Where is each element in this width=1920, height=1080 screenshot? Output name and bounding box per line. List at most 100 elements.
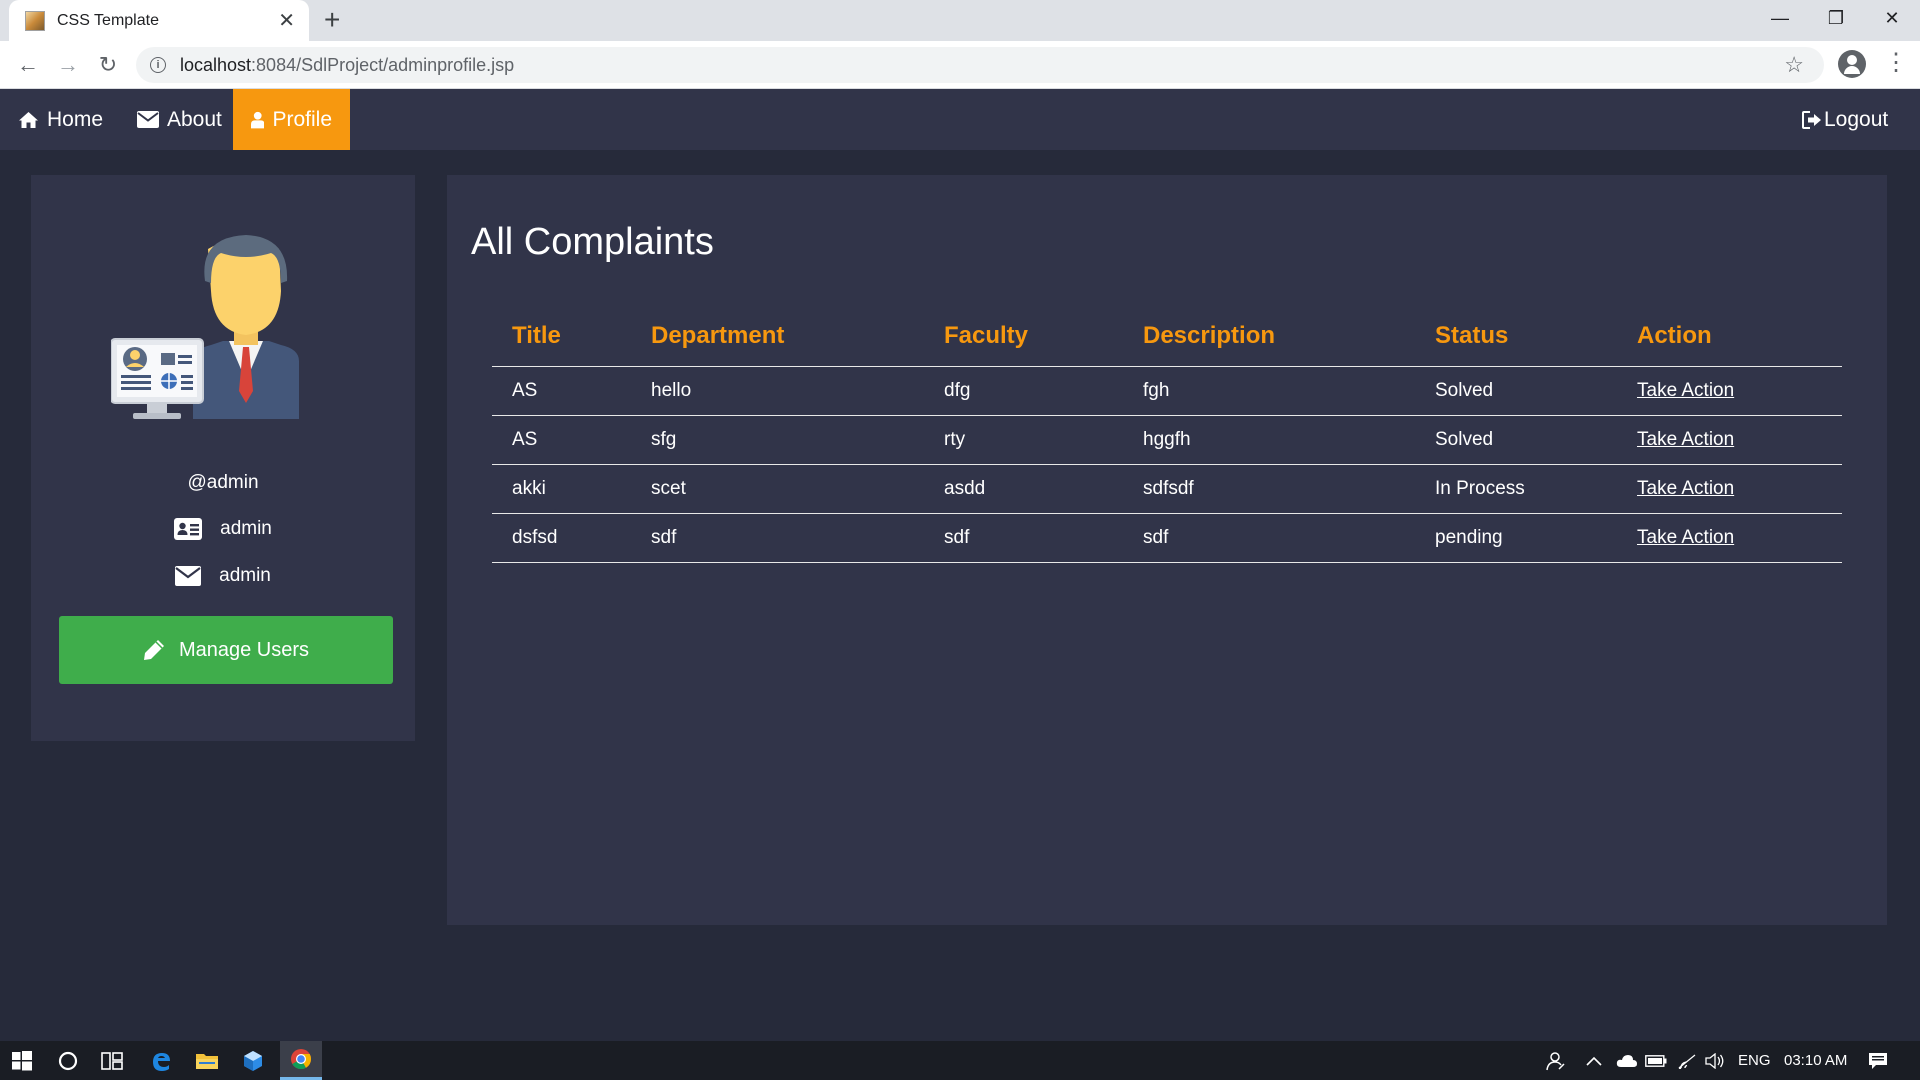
manage-users-button[interactable]: Manage Users [59,616,393,684]
sign-out-icon [1802,110,1821,129]
take-action-link[interactable]: Take Action [1637,527,1734,548]
browser-tab[interactable]: CSS Template ✕ [9,0,309,41]
browser-tab-strip: CSS Template ✕ + — ❐ ✕ [0,0,1920,41]
cell-action: Take Action [1617,415,1842,465]
bookmark-star-icon[interactable]: ☆ [1784,52,1804,78]
admin-avatar-icon [111,235,299,419]
take-action-link[interactable]: Take Action [1637,429,1734,450]
cell-status: Solved [1415,366,1617,416]
cell-description: fgh [1123,366,1415,416]
nav-about[interactable]: About [119,89,240,150]
chrome-taskbar-icon[interactable] [280,1041,322,1080]
reload-icon[interactable]: ↻ [94,51,122,79]
language-indicator[interactable]: ENG [1738,1041,1771,1080]
windows-taskbar: ENG 03:10 AM [0,1041,1920,1080]
top-navigation: Home About Profile Logout [0,89,1920,150]
nav-profile[interactable]: Profile [233,89,350,150]
column-header-action: Action [1617,306,1842,367]
cell-department: sfg [631,415,924,465]
tab-close-icon[interactable]: ✕ [278,11,295,31]
table-header-row: Title Department Faculty Description Sta… [492,306,1842,367]
back-icon[interactable]: ← [14,51,42,79]
search-icon[interactable] [54,1041,82,1080]
cell-faculty: dfg [924,366,1123,416]
clock-time[interactable]: 03:10 AM [1784,1041,1847,1080]
site-info-icon[interactable]: i [150,57,166,73]
id-card-icon [174,518,203,540]
action-center-icon[interactable] [1868,1041,1888,1080]
cell-status: Solved [1415,415,1617,465]
browser-menu-icon[interactable]: ⋮ [1884,51,1908,75]
onedrive-cloud-icon[interactable] [1616,1041,1638,1080]
cell-department: sdf [631,513,924,563]
cell-description: hggfh [1123,415,1415,465]
nav-home-label: Home [47,107,104,131]
cell-department: hello [631,366,924,416]
cell-status: pending [1415,513,1617,563]
column-header-title: Title [492,306,631,367]
task-view-icon[interactable] [98,1041,126,1080]
windows-start-icon[interactable] [8,1041,36,1080]
cell-faculty: rty [924,415,1123,465]
cell-department: scet [631,464,924,514]
cell-title: dsfsd [492,513,631,563]
cell-action: Take Action [1617,366,1842,416]
take-action-link[interactable]: Take Action [1637,478,1734,499]
page-title: All Complaints [471,221,714,263]
url-host: localhost [180,54,252,75]
cell-action: Take Action [1617,464,1842,514]
complaints-table: Title Department Faculty Description Sta… [492,306,1842,563]
home-icon [19,111,38,128]
nav-logout[interactable]: Logout [1802,89,1888,150]
store-app-icon[interactable] [236,1041,270,1080]
pencil-icon [143,640,164,660]
profile-username-text: @admin [187,472,259,493]
profile-email-row: admin [31,565,415,587]
email-icon [175,566,202,586]
profile-email: admin [219,565,271,586]
window-controls: — ❐ ✕ [1752,0,1920,41]
volume-icon[interactable] [1705,1041,1725,1080]
new-tab-icon[interactable]: + [324,6,340,34]
battery-icon[interactable] [1645,1041,1667,1080]
nav-logout-label: Logout [1824,107,1889,131]
table-row: AS sfg rty hggfh Solved Take Action [492,415,1842,465]
close-window-icon[interactable]: ✕ [1864,0,1920,36]
column-header-status: Status [1415,306,1617,367]
show-hidden-icons-icon[interactable] [1586,1041,1602,1080]
browser-toolbar: ← → ↻ i localhost:8084/SdlProject/adminp… [0,41,1920,89]
profile-name: admin [220,518,272,539]
tab-favicon-icon [25,10,45,31]
people-icon[interactable] [1546,1041,1566,1080]
cell-title: AS [492,366,631,416]
profile-card: @admin admin admin Manage Users [31,175,415,741]
cell-description: sdfsdf [1123,464,1415,514]
profile-username: @admin [31,472,415,494]
take-action-link[interactable]: Take Action [1637,380,1734,401]
table-row: dsfsd sdf sdf sdf pending Take Action [492,513,1842,563]
forward-icon[interactable]: → [54,51,82,79]
cell-action: Take Action [1617,513,1842,563]
column-header-description: Description [1123,306,1415,367]
cell-description: sdf [1123,513,1415,563]
minimize-icon[interactable]: — [1752,0,1808,36]
cell-faculty: asdd [924,464,1123,514]
nav-home[interactable]: Home [0,89,121,150]
complaints-panel: All Complaints Title Department Faculty … [447,175,1887,925]
table-row: akki scet asdd sdfsdf In Process Take Ac… [492,464,1842,514]
nav-about-label: About [167,107,222,131]
cell-status: In Process [1415,464,1617,514]
file-explorer-icon[interactable] [192,1041,222,1080]
profile-name-row: admin [31,518,415,540]
edge-browser-icon[interactable] [146,1041,176,1080]
column-header-department: Department [631,306,924,367]
tab-title: CSS Template [57,11,159,29]
restore-icon[interactable]: ❐ [1808,0,1864,36]
browser-profile-icon[interactable] [1838,50,1866,78]
wifi-icon[interactable] [1677,1041,1697,1080]
manage-users-label: Manage Users [178,638,310,661]
column-header-faculty: Faculty [924,306,1123,367]
cell-faculty: sdf [924,513,1123,563]
address-bar[interactable]: i localhost:8084/SdlProject/adminprofile… [136,47,1824,83]
envelope-icon [137,111,159,128]
